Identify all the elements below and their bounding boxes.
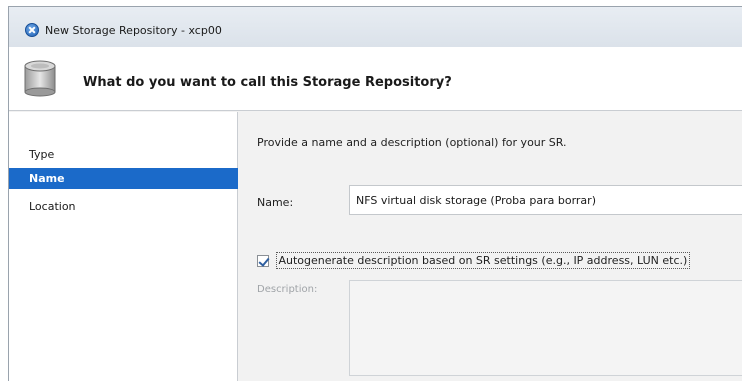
name-label: Name: (257, 196, 294, 209)
main-panel: Provide a name and a description (option… (239, 112, 742, 381)
sidebar-item-name[interactable]: Name (9, 168, 238, 189)
title-bar: New Storage Repository - xcp00 (9, 7, 742, 47)
description-field[interactable] (349, 280, 742, 376)
wizard-steps: Type Name Location (9, 112, 238, 381)
sidebar-item-type[interactable]: Type (9, 144, 238, 165)
autogenerate-row[interactable]: Autogenerate description based on SR set… (257, 252, 691, 269)
app-icon (25, 23, 39, 37)
window-title: New Storage Repository - xcp00 (45, 24, 222, 37)
sidebar-item-location[interactable]: Location (9, 196, 238, 217)
wizard-header: What do you want to call this Storage Re… (9, 47, 742, 111)
disk-storage-icon (24, 60, 56, 97)
description-label: Description: (257, 284, 318, 295)
page-title: What do you want to call this Storage Re… (83, 75, 452, 90)
name-field[interactable] (349, 185, 742, 215)
wizard-window: New Storage Repository - xcp00 What do y… (8, 6, 742, 381)
intro-text: Provide a name and a description (option… (257, 136, 567, 149)
autogenerate-label[interactable]: Autogenerate description based on SR set… (275, 252, 691, 269)
autogenerate-checkbox[interactable] (257, 254, 269, 267)
